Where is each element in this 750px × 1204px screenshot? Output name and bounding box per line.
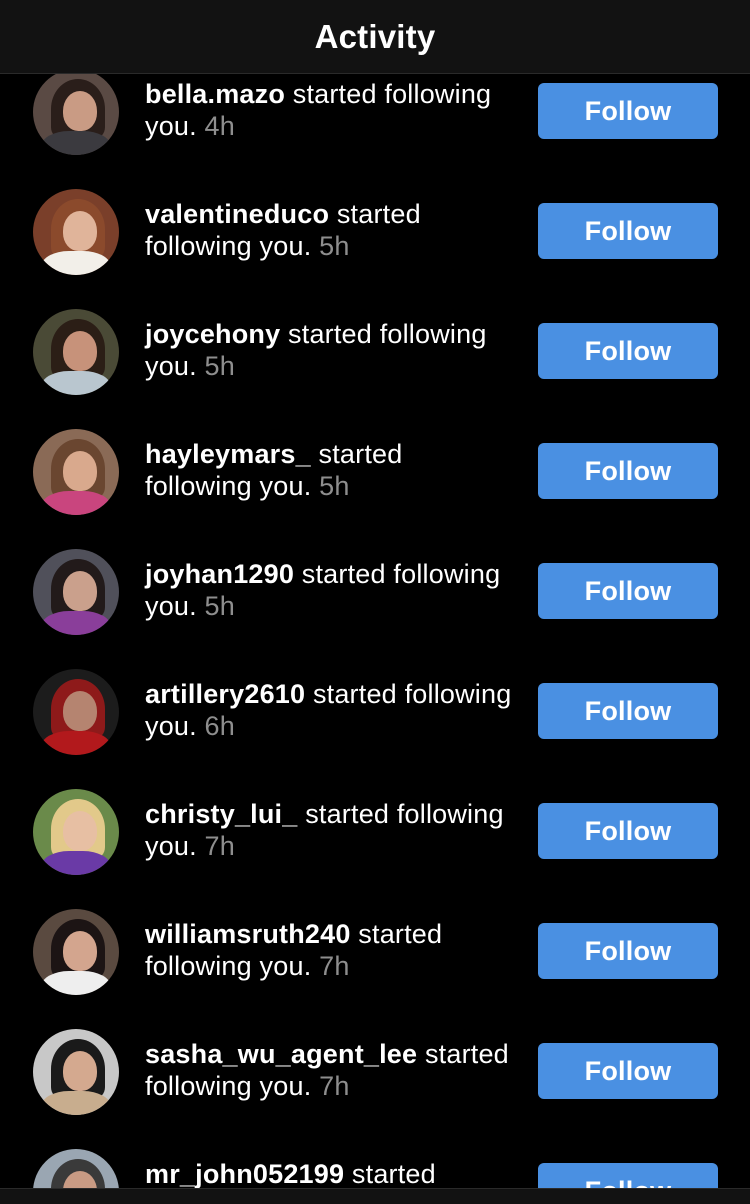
username-link[interactable]: mr_john052199 bbox=[145, 1159, 344, 1188]
timestamp: 7h bbox=[319, 951, 350, 981]
activity-text: joycehony started following you. 5h bbox=[145, 318, 517, 382]
avatar[interactable] bbox=[33, 74, 119, 155]
timestamp: 5h bbox=[319, 231, 350, 261]
username-link[interactable]: bella.mazo bbox=[145, 79, 285, 109]
follow-button[interactable]: Follow bbox=[538, 83, 718, 139]
activity-row: christy_lui_ started following you. 7h F… bbox=[0, 757, 750, 877]
timestamp: 7h bbox=[319, 1071, 350, 1101]
activity-text: christy_lui_ started following you. 7h bbox=[145, 798, 517, 862]
follow-button[interactable]: Follow bbox=[538, 923, 718, 979]
activity-row: hayleymars_ started following you. 5h Fo… bbox=[0, 397, 750, 517]
activity-screen: Activity bella.mazo started following yo… bbox=[0, 0, 750, 1204]
username-link[interactable]: hayleymars_ bbox=[145, 439, 311, 469]
avatar[interactable] bbox=[33, 909, 119, 995]
follow-button[interactable]: Follow bbox=[538, 1163, 718, 1188]
activity-row: williamsruth240 started following you. 7… bbox=[0, 877, 750, 997]
username-link[interactable]: valentineduco bbox=[145, 199, 329, 229]
activity-row: sasha_wu_agent_lee started following you… bbox=[0, 997, 750, 1117]
timestamp: 6h bbox=[204, 711, 235, 741]
follow-button[interactable]: Follow bbox=[538, 323, 718, 379]
avatar[interactable] bbox=[33, 189, 119, 275]
avatar[interactable] bbox=[33, 1029, 119, 1115]
activity-text: valentineduco started following you. 5h bbox=[145, 198, 517, 262]
avatar[interactable] bbox=[33, 549, 119, 635]
page-title: Activity bbox=[314, 17, 436, 55]
activity-rows: bella.mazo started following you. 4h Fol… bbox=[0, 74, 750, 1188]
timestamp: 4h bbox=[204, 111, 235, 141]
activity-row: valentineduco started following you. 5h … bbox=[0, 157, 750, 277]
follow-button[interactable]: Follow bbox=[538, 1043, 718, 1099]
activity-text: joyhan1290 started following you. 5h bbox=[145, 558, 517, 622]
avatar[interactable] bbox=[33, 669, 119, 755]
activity-row: joycehony started following you. 5h Foll… bbox=[0, 277, 750, 397]
follow-button[interactable]: Follow bbox=[538, 203, 718, 259]
username-link[interactable]: joyhan1290 bbox=[145, 559, 294, 589]
activity-row: artillery2610 started following you. 6h … bbox=[0, 637, 750, 757]
avatar[interactable] bbox=[33, 429, 119, 515]
follow-button[interactable]: Follow bbox=[538, 563, 718, 619]
timestamp: 5h bbox=[204, 351, 235, 381]
follow-button[interactable]: Follow bbox=[538, 443, 718, 499]
timestamp: 5h bbox=[204, 591, 235, 621]
username-link[interactable]: sasha_wu_agent_lee bbox=[145, 1039, 417, 1069]
username-link[interactable]: joycehony bbox=[145, 319, 280, 349]
activity-text: sasha_wu_agent_lee started following you… bbox=[145, 1038, 517, 1102]
activity-text: mr_john052199 started following you. bbox=[145, 1158, 517, 1188]
activity-text: hayleymars_ started following you. 5h bbox=[145, 438, 517, 502]
avatar[interactable] bbox=[33, 789, 119, 875]
follow-button[interactable]: Follow bbox=[538, 803, 718, 859]
activity-text: williamsruth240 started following you. 7… bbox=[145, 918, 517, 982]
activity-row: bella.mazo started following you. 4h Fol… bbox=[0, 74, 750, 157]
timestamp: 5h bbox=[319, 471, 350, 501]
avatar[interactable] bbox=[33, 1149, 119, 1188]
avatar[interactable] bbox=[33, 309, 119, 395]
activity-list[interactable]: bella.mazo started following you. 4h Fol… bbox=[0, 74, 750, 1188]
follow-button[interactable]: Follow bbox=[538, 683, 718, 739]
bottom-bar bbox=[0, 1188, 750, 1204]
activity-row: joyhan1290 started following you. 5h Fol… bbox=[0, 517, 750, 637]
username-link[interactable]: artillery2610 bbox=[145, 679, 305, 709]
activity-row: mr_john052199 started following you. Fol… bbox=[0, 1117, 750, 1188]
username-link[interactable]: christy_lui_ bbox=[145, 799, 297, 829]
activity-text: bella.mazo started following you. 4h bbox=[145, 78, 517, 142]
header: Activity bbox=[0, 0, 750, 74]
username-link[interactable]: williamsruth240 bbox=[145, 919, 351, 949]
activity-text: artillery2610 started following you. 6h bbox=[145, 678, 517, 742]
timestamp: 7h bbox=[204, 831, 235, 861]
